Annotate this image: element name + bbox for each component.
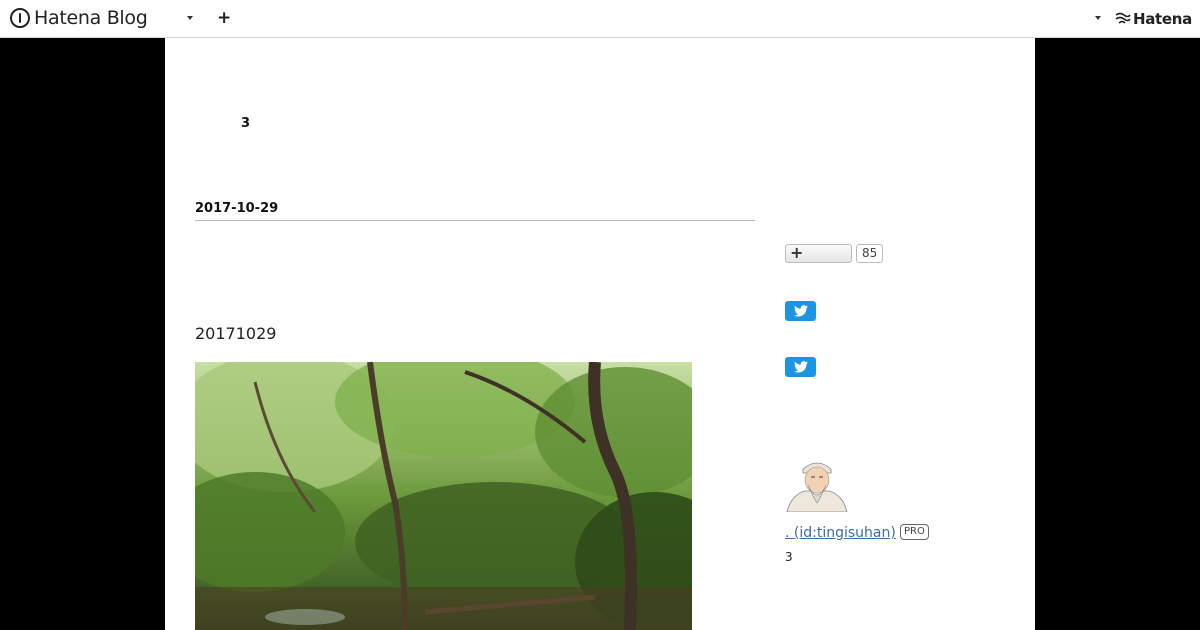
pro-badge: PRO xyxy=(900,524,929,540)
forest-image xyxy=(195,362,692,630)
chevron-down-icon[interactable] xyxy=(1095,16,1101,20)
add-button[interactable]: + xyxy=(217,9,231,27)
hatena-brand-link[interactable]: Hatena xyxy=(1115,10,1192,28)
plus-icon: + xyxy=(790,243,804,262)
hatena-logo-icon xyxy=(1115,12,1131,27)
hatena-blog-logo-icon xyxy=(10,8,30,28)
logo-text: Hatena Blog xyxy=(34,7,148,29)
twitter-share-button[interactable] xyxy=(785,301,816,321)
hatena-blog-logo[interactable]: Hatena Blog xyxy=(10,7,148,29)
profile-name-link[interactable]: . (id:tingisuhan) xyxy=(785,525,896,541)
profile-count: 3 xyxy=(785,550,793,564)
profile-avatar-image xyxy=(785,455,849,512)
entry-photo[interactable] xyxy=(195,362,692,630)
bookmark-count[interactable]: 85 xyxy=(856,244,884,263)
hatena-bookmark-button[interactable]: + xyxy=(785,243,852,263)
page-container: 3 2017-10-29 20171029 + 85 . (id:tingisu… xyxy=(165,38,1035,630)
chevron-down-icon[interactable] xyxy=(187,16,193,20)
twitter-icon xyxy=(793,305,808,317)
entry-date[interactable]: 2017-10-29 xyxy=(195,201,755,221)
avatar[interactable] xyxy=(785,455,849,512)
entry-title[interactable]: 20171029 xyxy=(195,324,276,343)
twitter-icon xyxy=(793,361,808,373)
hatena-brand-text: Hatena xyxy=(1132,10,1192,28)
twitter-follow-button[interactable] xyxy=(785,357,816,377)
top-navigation-bar: Hatena Blog + Hatena xyxy=(0,0,1200,38)
blog-description: 3 xyxy=(241,116,251,131)
